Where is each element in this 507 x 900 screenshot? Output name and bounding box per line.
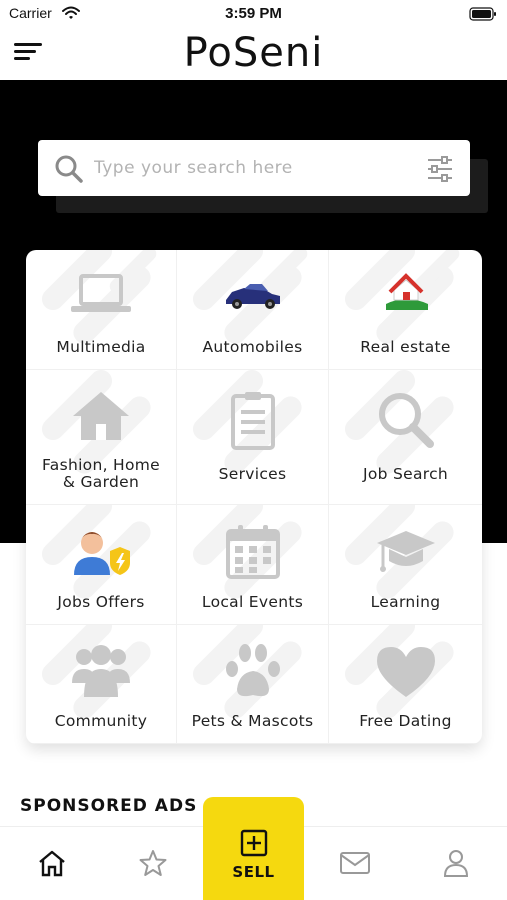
home-tab-icon[interactable]	[37, 849, 67, 881]
category-label: Fashion, Home & Garden	[41, 456, 161, 491]
worker-icon	[70, 525, 132, 581]
category-community[interactable]: Community	[26, 625, 177, 744]
messages-tab-icon[interactable]	[339, 851, 371, 879]
graduation-cap-icon	[375, 529, 437, 577]
category-label: Learning	[370, 593, 441, 611]
category-label: Automobiles	[202, 338, 303, 356]
category-label: Jobs Offers	[57, 593, 145, 611]
sell-label: SELL	[232, 863, 275, 881]
heart-icon	[375, 645, 437, 703]
category-grid: Multimedia Automobiles Real estate Fashi…	[26, 250, 482, 744]
search-bar[interactable]	[38, 140, 470, 196]
magnifier-icon	[376, 390, 436, 454]
sponsored-ads-title: SPONSORED ADS	[20, 796, 198, 816]
house-icon	[378, 270, 434, 318]
category-automobiles[interactable]: Automobiles	[177, 250, 329, 370]
clipboard-icon	[229, 390, 277, 454]
category-label: Multimedia	[56, 338, 146, 356]
paw-icon	[225, 643, 281, 705]
favorites-tab-icon[interactable]	[138, 849, 168, 881]
status-time: 3:59 PM	[225, 5, 282, 22]
category-label: Real estate	[360, 338, 451, 356]
category-services[interactable]: Services	[177, 370, 329, 505]
battery-icon	[469, 6, 497, 25]
sell-button[interactable]: SELL	[203, 797, 304, 900]
app-logo: PoSeni	[183, 30, 324, 76]
category-free-dating[interactable]: Free Dating	[329, 625, 482, 744]
filter-icon[interactable]	[426, 156, 454, 186]
category-fashion-home-garden[interactable]: Fashion, Home & Garden	[26, 370, 177, 505]
search-icon	[54, 154, 84, 188]
category-learning[interactable]: Learning	[329, 505, 482, 625]
people-icon	[70, 643, 132, 703]
category-multimedia[interactable]: Multimedia	[26, 250, 177, 370]
category-label: Services	[218, 465, 287, 483]
plus-square-icon	[240, 829, 268, 861]
profile-tab-icon[interactable]	[442, 849, 470, 881]
status-bar: Carrier 3:59 PM	[0, 0, 507, 28]
category-jobs-offers[interactable]: Jobs Offers	[26, 505, 177, 625]
laptop-icon	[69, 272, 133, 324]
category-pets-mascots[interactable]: Pets & Mascots	[177, 625, 329, 744]
app-header: PoSeni	[0, 28, 507, 80]
car-icon	[222, 276, 284, 320]
category-label: Free Dating	[359, 712, 452, 730]
category-real-estate[interactable]: Real estate	[329, 250, 482, 370]
category-label: Job Search	[362, 465, 449, 483]
category-job-search[interactable]: Job Search	[329, 370, 482, 505]
category-local-events[interactable]: Local Events	[177, 505, 329, 625]
search-input[interactable]	[94, 152, 404, 184]
category-label: Community	[54, 712, 148, 730]
category-label: Pets & Mascots	[191, 712, 314, 730]
calendar-icon	[225, 523, 281, 585]
home-icon	[71, 390, 131, 446]
category-label: Local Events	[201, 593, 304, 611]
